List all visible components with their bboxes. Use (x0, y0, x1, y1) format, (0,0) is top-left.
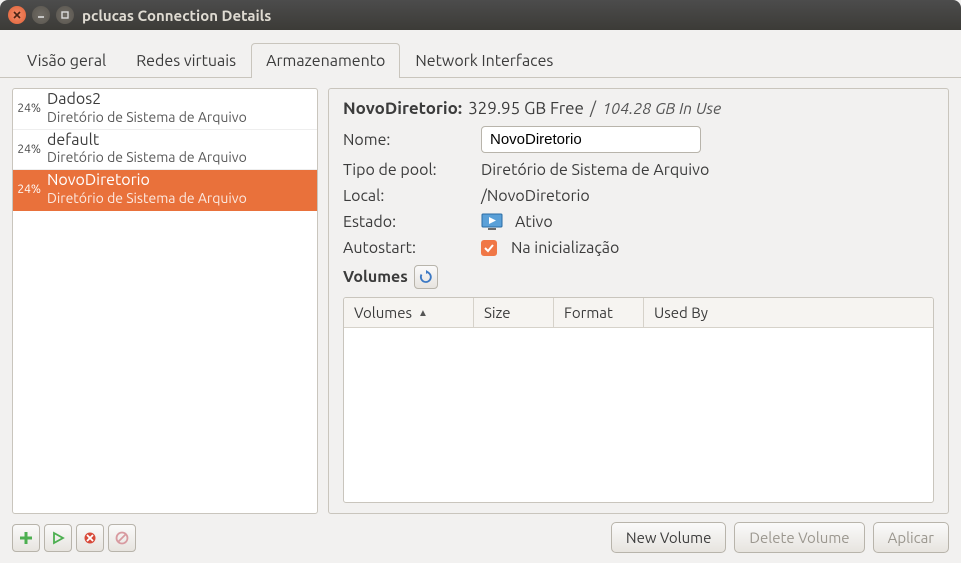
name-input[interactable] (481, 126, 701, 153)
pool-name: default (47, 132, 247, 150)
tabbar: Visão geral Redes virtuais Armazenamento… (0, 30, 961, 78)
label-state: Estado: (343, 213, 473, 231)
pool-summary: NovoDiretorio: 329.95 GB Free / 104.28 G… (343, 99, 934, 118)
monitor-play-icon (481, 213, 503, 231)
pool-usage-percent: 24% (13, 102, 45, 115)
pool-toolbar (12, 524, 136, 552)
tab-virtual-networks[interactable]: Redes virtuais (121, 43, 251, 78)
tab-overview[interactable]: Visão geral (12, 43, 121, 78)
tab-storage[interactable]: Armazenamento (251, 43, 400, 78)
refresh-volumes-button[interactable] (414, 265, 438, 289)
pool-free: 329.95 GB Free (468, 99, 584, 118)
refresh-icon (419, 270, 433, 284)
value-location: /NovoDiretorio (481, 187, 590, 205)
stop-icon (83, 531, 97, 545)
forbidden-icon (115, 531, 129, 545)
start-pool-button[interactable] (44, 524, 72, 552)
delete-pool-button[interactable] (108, 524, 136, 552)
value-pool-type: Diretório de Sistema de Arquivo (481, 161, 709, 179)
label-location: Local: (343, 187, 473, 205)
col-size[interactable]: Size (474, 298, 554, 327)
pool-subtitle: Diretório de Sistema de Arquivo (47, 109, 247, 125)
volumes-title: Volumes (343, 268, 408, 286)
footer: New Volume Delete Volume Aplicar (0, 518, 961, 563)
tab-network-interfaces[interactable]: Network Interfaces (400, 43, 568, 78)
label-pool-type: Tipo de pool: (343, 161, 473, 179)
add-icon (18, 530, 34, 546)
pool-item-default[interactable]: 24% default Diretório de Sistema de Arqu… (13, 130, 317, 171)
window-title: pclucas Connection Details (82, 7, 271, 24)
volumes-table-header: Volumes ▲ Size Format Used By (344, 298, 933, 328)
maximize-window-button[interactable] (56, 6, 74, 24)
pool-usage-percent: 24% (13, 183, 45, 196)
col-usedby[interactable]: Used By (644, 298, 933, 327)
label-autostart: Autostart: (343, 239, 473, 257)
main-area: 24% Dados2 Diretório de Sistema de Arqui… (0, 78, 961, 518)
play-icon (51, 531, 65, 545)
pool-subtitle: Diretório de Sistema de Arquivo (47, 190, 247, 206)
volumes-header: Volumes (343, 265, 934, 289)
delete-volume-button[interactable]: Delete Volume (734, 522, 864, 553)
value-state: Ativo (515, 213, 553, 231)
apply-button[interactable]: Aplicar (873, 522, 949, 553)
new-volume-button[interactable]: New Volume (611, 522, 727, 553)
value-autostart: Na inicialização (511, 239, 619, 257)
autostart-checkbox[interactable] (481, 240, 497, 256)
pool-in-use: 104.28 GB In Use (602, 100, 721, 118)
volumes-table: Volumes ▲ Size Format Used By (343, 297, 934, 503)
pool-name: Dados2 (47, 91, 247, 109)
pool-title: NovoDiretorio: (343, 99, 462, 118)
action-buttons: New Volume Delete Volume Aplicar (611, 522, 949, 553)
pool-subtitle: Diretório de Sistema de Arquivo (47, 149, 247, 165)
titlebar: pclucas Connection Details (0, 0, 961, 30)
pool-usage-percent: 24% (13, 143, 45, 156)
col-volumes[interactable]: Volumes ▲ (344, 298, 474, 327)
pool-item-novodiretorio[interactable]: 24% NovoDiretorio Diretório de Sistema d… (13, 170, 317, 211)
pool-item-dados2[interactable]: 24% Dados2 Diretório de Sistema de Arqui… (13, 89, 317, 130)
pool-name: NovoDiretorio (47, 172, 247, 190)
add-pool-button[interactable] (12, 524, 40, 552)
minimize-window-button[interactable] (32, 6, 50, 24)
stop-pool-button[interactable] (76, 524, 104, 552)
pool-list: 24% Dados2 Diretório de Sistema de Arqui… (12, 88, 318, 514)
col-format[interactable]: Format (554, 298, 644, 327)
detail-panel: NovoDiretorio: 329.95 GB Free / 104.28 G… (328, 88, 949, 514)
sort-asc-icon: ▲ (418, 307, 428, 319)
window-controls (8, 6, 74, 24)
label-name: Nome: (343, 131, 473, 149)
close-window-button[interactable] (8, 6, 26, 24)
